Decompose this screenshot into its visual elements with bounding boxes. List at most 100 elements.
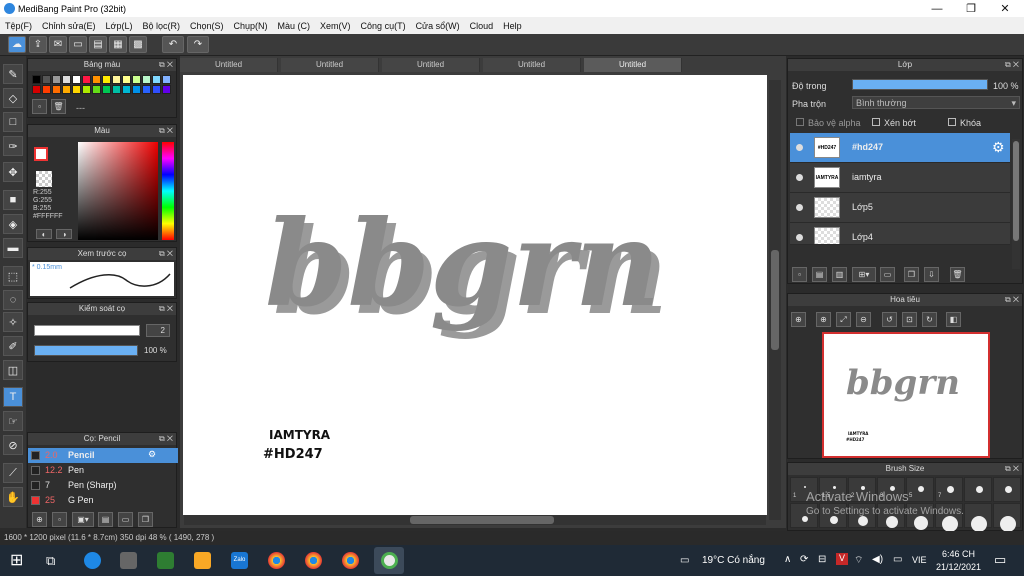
saturation-picker[interactable] (78, 142, 158, 240)
color-swatch[interactable] (122, 75, 131, 84)
color-mode-icon[interactable]: ◐ (36, 229, 52, 239)
brush-size-cell[interactable]: 5 (906, 477, 934, 502)
chrome-icon[interactable] (305, 552, 322, 569)
zoom-in-icon[interactable]: ⊕ (816, 312, 831, 327)
lasso-tool-icon[interactable]: ◌ (3, 290, 23, 310)
visibility-icon[interactable] (796, 204, 803, 211)
brush-item[interactable]: 25 G Pen (28, 493, 178, 508)
color-swatch[interactable] (82, 75, 91, 84)
scroll-thumb[interactable] (410, 516, 554, 524)
color-swatch[interactable] (112, 85, 121, 94)
horizontal-scrollbar[interactable] (184, 515, 766, 525)
zoom-in-icon[interactable]: ⊕ (791, 312, 806, 327)
gear-icon[interactable]: ⚙ (992, 139, 1005, 156)
clock-time[interactable]: 6:46 CH (942, 549, 975, 559)
brush-checkbox[interactable] (31, 481, 40, 490)
eyedropper-icon[interactable]: ⊘ (3, 435, 23, 455)
menu-view[interactable]: Xem(V) (315, 21, 356, 31)
layer-scrollbar[interactable] (1012, 139, 1020, 269)
primary-color-swatch[interactable] (34, 147, 48, 161)
hand-tool-icon[interactable]: ✋ (3, 487, 23, 507)
navigator-preview[interactable]: bbgrn IAMTYRA #HD247 (822, 332, 990, 458)
clip-checkbox[interactable] (872, 118, 880, 126)
color-swatch[interactable] (122, 85, 131, 94)
magic-wand-icon[interactable]: ✧ (3, 312, 23, 332)
color-swatch[interactable] (42, 85, 51, 94)
color-swatch[interactable] (92, 75, 101, 84)
notification-icon[interactable]: ▭ (994, 552, 1006, 568)
close-icon[interactable]: ⧉ ✕ (1005, 294, 1019, 306)
message-icon[interactable]: ▭ (69, 36, 87, 53)
add-brush-icon[interactable]: ⊕ (32, 512, 47, 527)
new-brush-icon[interactable]: ▫ (52, 512, 67, 527)
brush-checkbox[interactable] (31, 451, 40, 460)
close-icon[interactable]: ⧉ ✕ (159, 433, 173, 445)
layer-row[interactable]: Lớp5 (790, 193, 1010, 223)
visibility-icon[interactable] (796, 144, 803, 151)
layer-row[interactable]: IAMTYRA iamtyra (790, 163, 1010, 193)
file-explorer-icon[interactable] (194, 552, 211, 569)
weather-icon[interactable]: ▭ (680, 555, 689, 566)
color-swatch[interactable] (82, 85, 91, 94)
brush-size-cell[interactable] (993, 477, 1021, 502)
flip-icon[interactable]: ◧ (946, 312, 961, 327)
color-swatch[interactable] (152, 75, 161, 84)
add-layer-menu-icon[interactable]: ⊞▾ (852, 267, 876, 282)
tab-untitled-4[interactable]: Untitled (483, 58, 581, 72)
brush-item[interactable]: 2.0 Pencil ⚙ (28, 448, 178, 463)
minimize-button[interactable]: — (920, 0, 954, 17)
bucket-tool-icon[interactable]: ◈ (3, 214, 23, 234)
fit-icon[interactable]: ⤢ (836, 312, 851, 327)
color-swatch[interactable] (152, 85, 161, 94)
medibang-task-icon[interactable] (374, 547, 404, 574)
folder-icon[interactable]: ▭ (880, 267, 895, 282)
visibility-icon[interactable] (796, 174, 803, 181)
move-tool-icon[interactable]: ✥ (3, 162, 23, 182)
brush-checkbox[interactable] (31, 466, 40, 475)
undo-icon[interactable]: ↶ (162, 36, 184, 53)
brush-item[interactable]: 7 Pen (Sharp) (28, 478, 178, 493)
color-swatch[interactable] (142, 75, 151, 84)
text-tool-icon[interactable]: T (3, 387, 23, 407)
menu-file[interactable]: Tệp(F) (0, 21, 37, 31)
color-swatch[interactable] (62, 75, 71, 84)
layer-row[interactable]: #HD247 #hd247 ⚙ (790, 133, 1010, 163)
color-swap-icon[interactable]: ◑ (56, 229, 72, 239)
scroll-thumb[interactable] (771, 250, 779, 350)
task-view-icon[interactable]: ⧉ (46, 552, 63, 569)
menu-select[interactable]: Chọn(S) (185, 21, 229, 31)
close-icon[interactable]: ⧉ ✕ (159, 248, 173, 260)
delete-layer-icon[interactable]: 🗑 (950, 267, 965, 282)
close-icon[interactable]: ⧉ ✕ (1005, 463, 1019, 475)
new-layer-1bit-icon[interactable]: ▥ (832, 267, 847, 282)
chevron-up-icon[interactable]: ∧ (784, 554, 791, 565)
hue-slider[interactable] (162, 142, 174, 240)
drawing-canvas[interactable]: bbgrn bbgrn IAMTYRA #HD247 (183, 75, 767, 515)
transparent-color-swatch[interactable] (36, 171, 52, 187)
color-swatch[interactable] (32, 85, 41, 94)
delete-palette-icon[interactable]: 🗑 (51, 99, 66, 114)
gradient-tool-icon[interactable]: ▬ (3, 238, 23, 258)
gear-icon[interactable]: ⚙ (148, 449, 156, 460)
dropper-icon[interactable]: ⟋ (3, 463, 23, 483)
weather-text[interactable]: 19°C Có nắng (702, 555, 765, 566)
color-swatch[interactable] (102, 85, 111, 94)
panel-icon[interactable]: ▦ (109, 36, 127, 53)
color-swatch[interactable] (62, 85, 71, 94)
brush-size-slider[interactable] (34, 325, 140, 336)
rectangle-tool-icon[interactable]: □ (3, 112, 23, 132)
close-icon[interactable]: ⧉ ✕ (159, 303, 173, 315)
tab-untitled-3[interactable]: Untitled (382, 58, 480, 72)
redo-icon[interactable]: ↷ (187, 36, 209, 53)
brush-menu-icon[interactable]: ▣▾ (72, 512, 94, 527)
brush-size-cell[interactable]: 7 (935, 477, 963, 502)
color-swatch[interactable] (112, 75, 121, 84)
close-icon[interactable]: ⧉ ✕ (159, 125, 173, 137)
fill-rect-tool-icon[interactable]: ■ (3, 190, 23, 210)
color-swatch[interactable] (162, 85, 171, 94)
blend-mode-select[interactable]: Bình thường ▾ (852, 96, 1020, 109)
grid-icon[interactable]: ▩ (129, 36, 147, 53)
chrome-icon[interactable] (268, 552, 285, 569)
select-tool-icon[interactable]: ⬚ (3, 266, 23, 286)
app-icon[interactable] (157, 552, 174, 569)
